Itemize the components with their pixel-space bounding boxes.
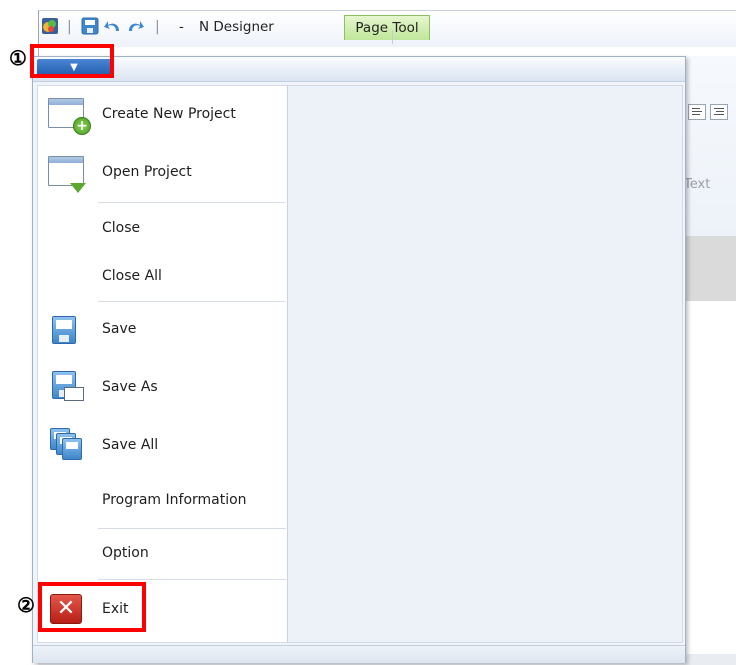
menu-item-label: Create New Project [102, 106, 236, 122]
menu-item-label: Close All [102, 268, 162, 284]
app-title: N Designer [199, 19, 274, 35]
canvas-area [684, 236, 736, 301]
menu-footer [33, 645, 685, 663]
application-menu: ▼ + Create New Project Open Project Clos… [32, 56, 686, 663]
align-right-icon[interactable] [710, 104, 728, 120]
app-logo-icon[interactable] [41, 17, 59, 35]
menu-item-close-all[interactable]: Close All [38, 253, 288, 301]
recent-items-pane [287, 85, 683, 643]
menu-item-program-information[interactable]: Program Information [38, 474, 288, 528]
callout-badge-2: ② [17, 593, 35, 617]
save-icon [52, 316, 76, 344]
menu-item-save[interactable]: Save [38, 302, 288, 358]
save-as-icon [52, 371, 84, 401]
save-all-icon [50, 428, 84, 462]
ribbon-group-label: Text [684, 177, 711, 192]
toolbar-separator: | [67, 19, 72, 35]
toolbar-separator: | [155, 19, 160, 35]
callout-box-1 [30, 44, 114, 78]
open-project-icon [48, 156, 86, 193]
menu-item-open-project[interactable]: Open Project [38, 144, 288, 202]
menu-header: ▼ [33, 57, 685, 82]
align-center-icon[interactable] [688, 104, 706, 120]
tab-page-tool[interactable]: Page Tool [344, 15, 430, 40]
menu-item-label: Open Project [102, 164, 192, 180]
callout-badge-1: ① [9, 46, 27, 70]
undo-icon[interactable] [103, 17, 121, 35]
callout-box-2 [38, 582, 146, 632]
divider [392, 30, 393, 44]
menu-commands-pane: + Create New Project Open Project Close … [37, 85, 289, 643]
menu-item-label: Save All [102, 437, 159, 453]
ribbon-background [684, 56, 736, 237]
menu-item-label: Program Information [102, 492, 247, 508]
menu-item-save-as[interactable]: Save As [38, 358, 288, 416]
menu-item-close[interactable]: Close [38, 203, 288, 253]
menu-item-create-new-project[interactable]: + Create New Project [38, 86, 288, 144]
menu-item-label: Save [102, 321, 137, 337]
menu-item-save-all[interactable]: Save All [38, 416, 288, 474]
menu-item-option[interactable]: Option [38, 529, 288, 579]
redo-icon[interactable] [125, 17, 144, 35]
menu-item-label: Close [102, 220, 141, 236]
title-bar: | | - N Designer Page Tool [38, 10, 736, 47]
new-project-icon: + [48, 98, 91, 135]
menu-item-label: Save As [102, 379, 158, 395]
save-icon[interactable] [81, 17, 99, 35]
title-dash: - [179, 19, 184, 35]
menu-item-label: Option [102, 545, 149, 561]
